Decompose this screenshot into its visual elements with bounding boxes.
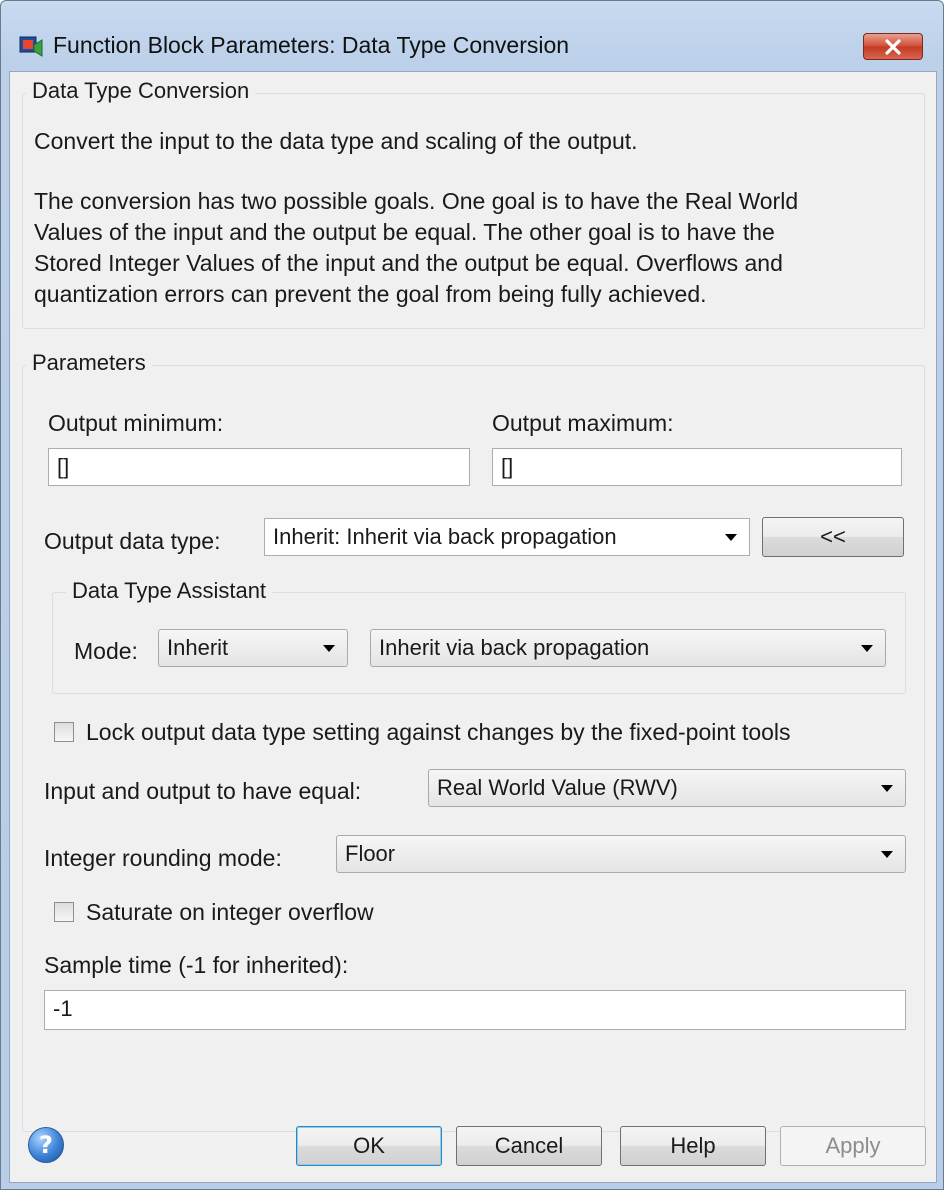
output-data-type-select[interactable]: Inherit: Inherit via back propagation xyxy=(264,518,750,556)
integer-rounding-select[interactable]: Floor xyxy=(336,835,906,873)
chevron-down-icon xyxy=(861,645,873,652)
chevron-down-icon xyxy=(323,645,335,652)
description-paragraph: The conversion has two possible goals. O… xyxy=(34,186,798,310)
help-button[interactable]: Help xyxy=(620,1126,766,1166)
data-type-assistant-title: Data Type Assistant xyxy=(66,578,273,604)
sample-time-field[interactable]: -1 xyxy=(44,990,906,1030)
output-data-type-label: Output data type: xyxy=(44,528,221,554)
chevron-down-icon xyxy=(725,534,737,541)
dialog-client-area: Data Type Conversion Convert the input t… xyxy=(9,71,937,1183)
input-output-equal-select[interactable]: Real World Value (RWV) xyxy=(428,769,906,807)
output-maximum-field[interactable]: [] xyxy=(492,448,902,486)
integer-rounding-label: Integer rounding mode: xyxy=(44,845,282,871)
chevron-down-icon xyxy=(881,851,893,858)
input-output-equal-label: Input and output to have equal: xyxy=(44,778,362,804)
chevron-down-icon xyxy=(881,785,893,792)
window-title: Function Block Parameters: Data Type Con… xyxy=(53,32,570,58)
description-paragraph-line: quantization errors can prevent the goal… xyxy=(34,281,707,307)
saturate-label[interactable]: Saturate on integer overflow xyxy=(86,899,374,926)
output-minimum-field[interactable]: [] xyxy=(48,448,470,486)
description-paragraph-line: Stored Integer Values of the input and t… xyxy=(34,250,783,276)
mode-label: Mode: xyxy=(74,638,138,664)
mode-select[interactable]: Inherit xyxy=(158,629,348,667)
close-icon xyxy=(885,39,901,55)
sample-time-label: Sample time (-1 for inherited): xyxy=(44,952,349,978)
input-output-equal-value: Real World Value (RWV) xyxy=(437,775,678,800)
description-paragraph-line: Values of the input and the output be eq… xyxy=(34,219,775,245)
ok-button[interactable]: OK xyxy=(296,1126,442,1166)
help-icon[interactable]: ? xyxy=(28,1127,64,1163)
dialog-window: Function Block Parameters: Data Type Con… xyxy=(0,0,944,1190)
lock-data-type-checkbox[interactable] xyxy=(54,722,74,742)
simulink-block-icon xyxy=(19,34,43,58)
title-bar[interactable]: Function Block Parameters: Data Type Con… xyxy=(1,1,943,81)
integer-rounding-value: Floor xyxy=(345,841,396,866)
apply-button: Apply xyxy=(780,1126,926,1166)
cancel-button[interactable]: Cancel xyxy=(456,1126,602,1166)
description-paragraph-line: The conversion has two possible goals. O… xyxy=(34,188,799,214)
inherit-rule-value: Inherit via back propagation xyxy=(379,635,650,660)
output-minimum-label: Output minimum: xyxy=(48,410,224,436)
saturate-checkbox[interactable] xyxy=(54,902,74,922)
inherit-rule-select[interactable]: Inherit via back propagation xyxy=(370,629,886,667)
close-button[interactable] xyxy=(863,33,923,60)
description-line: Convert the input to the data type and s… xyxy=(34,128,638,154)
output-maximum-label: Output maximum: xyxy=(492,410,674,436)
data-type-assistant-toggle-button[interactable]: << xyxy=(762,517,904,557)
parameters-group-title: Parameters xyxy=(26,350,152,376)
output-data-type-value: Inherit: Inherit via back propagation xyxy=(273,524,617,549)
description-group-title: Data Type Conversion xyxy=(26,78,256,104)
mode-value: Inherit xyxy=(167,635,229,660)
lock-data-type-label[interactable]: Lock output data type setting against ch… xyxy=(86,719,791,746)
